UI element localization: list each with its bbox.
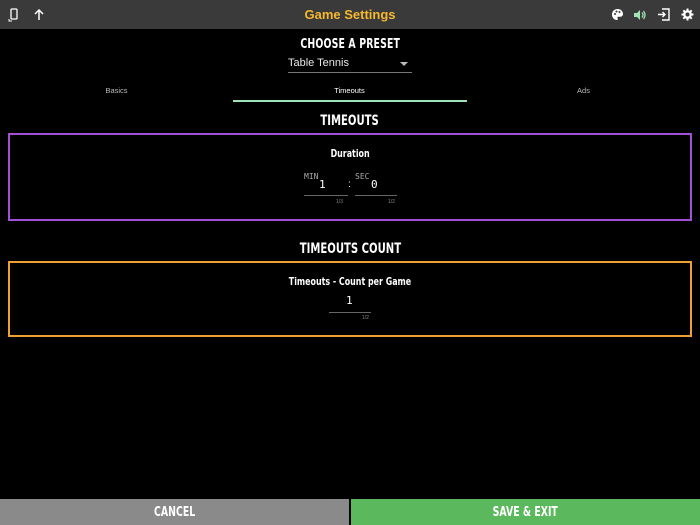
chevron-down-icon bbox=[400, 62, 408, 66]
seconds-label: SEC bbox=[355, 172, 370, 181]
duration-label: Duration bbox=[330, 147, 370, 160]
active-tab-indicator bbox=[233, 100, 467, 102]
gear-icon[interactable] bbox=[676, 0, 698, 29]
seconds-counter: 1/2 bbox=[388, 199, 395, 205]
count-per-game-value: 1 bbox=[346, 294, 353, 307]
palette-icon[interactable] bbox=[606, 0, 628, 29]
count-underline bbox=[329, 312, 371, 313]
page-title: Game Settings bbox=[304, 7, 396, 22]
timeouts-heading: TIMEOUTS bbox=[320, 113, 380, 129]
exit-icon[interactable] bbox=[652, 0, 674, 29]
seconds-underline bbox=[355, 195, 397, 196]
arrow-up-icon[interactable] bbox=[28, 0, 50, 29]
minutes-field[interactable]: MIN 1 1/3 bbox=[304, 172, 348, 206]
minutes-underline bbox=[304, 195, 348, 196]
tab-ads[interactable]: Ads bbox=[467, 84, 700, 102]
count-counter: 1/2 bbox=[362, 315, 369, 321]
seconds-value: 0 bbox=[371, 178, 378, 191]
count-per-game-label: Timeouts - Count per Game bbox=[288, 275, 412, 288]
preset-heading: CHOOSE A PRESET bbox=[300, 37, 400, 52]
duration-panel: Duration MIN 1 1/3 : SEC 0 1/2 bbox=[8, 133, 692, 221]
minutes-value: 1 bbox=[319, 178, 326, 191]
timeouts-count-heading: TIMEOUTS COUNT bbox=[299, 241, 401, 257]
phone-rotate-icon[interactable] bbox=[3, 0, 25, 29]
time-separator: : bbox=[348, 179, 351, 190]
seconds-field[interactable]: SEC 0 1/2 bbox=[355, 172, 397, 206]
volume-icon[interactable] bbox=[629, 0, 651, 29]
minutes-label: MIN bbox=[304, 172, 319, 181]
minutes-counter: 1/3 bbox=[336, 199, 343, 205]
top-bar: Game Settings bbox=[0, 0, 700, 29]
preset-select-value: Table Tennis bbox=[288, 57, 349, 69]
count-per-game-field[interactable]: 1 1/2 bbox=[329, 293, 371, 323]
cancel-button[interactable]: CANCEL bbox=[0, 499, 349, 525]
save-exit-button[interactable]: SAVE & EXIT bbox=[351, 499, 700, 525]
timeouts-count-panel: Timeouts - Count per Game 1 1/2 bbox=[8, 261, 692, 337]
tab-basics[interactable]: Basics bbox=[0, 84, 233, 102]
preset-select[interactable]: Table Tennis bbox=[288, 56, 412, 73]
